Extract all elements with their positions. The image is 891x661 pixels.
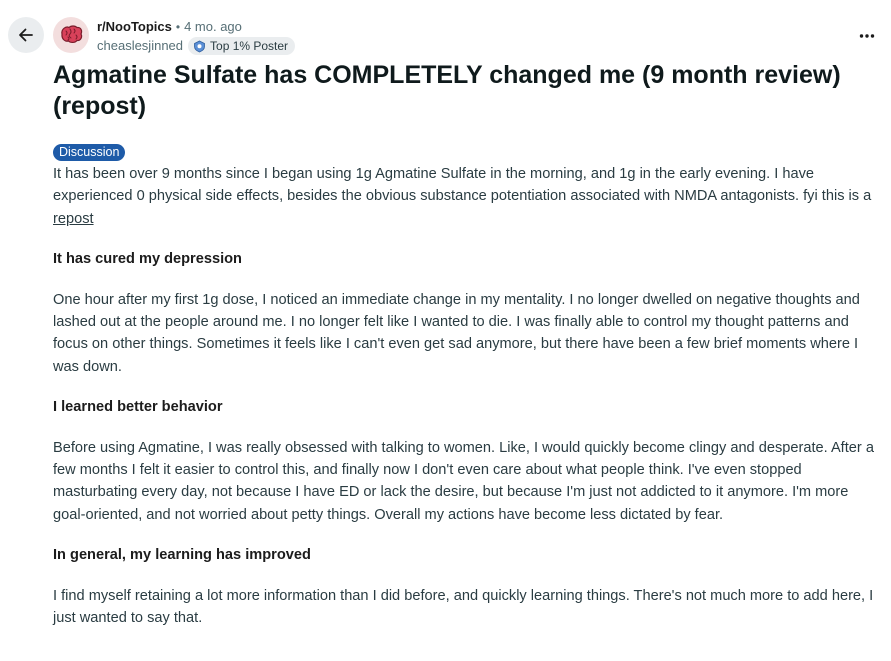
post-flair-discussion[interactable]: Discussion — [53, 144, 126, 161]
post-age: 4 mo. ago — [184, 19, 242, 34]
section-heading-behavior: I learned better behavior — [53, 399, 223, 416]
meta-separator: • — [175, 20, 181, 34]
section-paragraph-learning: I find myself retaining a lot more infor… — [53, 587, 874, 627]
back-button[interactable] — [8, 17, 44, 53]
intro-text: It has been over 9 months since I began … — [53, 166, 872, 205]
post-meta: r/NooTopics • 4 mo. ago cheaslesjinned T… — [97, 18, 296, 55]
brain-icon — [55, 19, 87, 51]
subreddit-avatar[interactable] — [53, 17, 89, 53]
author-username[interactable]: cheaslesjinned — [97, 37, 183, 55]
intro-paragraph: It has been over 9 months since I began … — [53, 163, 875, 230]
repost-link[interactable]: repost — [53, 211, 94, 227]
more-options-button[interactable] — [857, 26, 877, 46]
more-horizontal-icon — [859, 34, 875, 38]
post-title[interactable]: Agmatine Sulfate has COMPLETELY changed … — [53, 60, 873, 122]
user-flair-badge: Top 1% Poster — [188, 37, 296, 55]
arrow-left-icon — [19, 28, 33, 42]
user-flair-label: Top 1% Poster — [210, 39, 289, 53]
section-paragraph-behavior: Before using Agmatine, I was really obse… — [53, 439, 874, 523]
section-heading-depression: It has cured my depression — [53, 251, 242, 268]
post-body: It has been over 9 months since I began … — [53, 163, 875, 648]
subreddit-name[interactable]: r/NooTopics — [97, 18, 172, 36]
contributor-badge-icon — [194, 40, 205, 52]
section-heading-learning: In general, my learning has improved — [53, 547, 311, 564]
section-paragraph-depression: One hour after my first 1g dose, I notic… — [53, 291, 860, 375]
